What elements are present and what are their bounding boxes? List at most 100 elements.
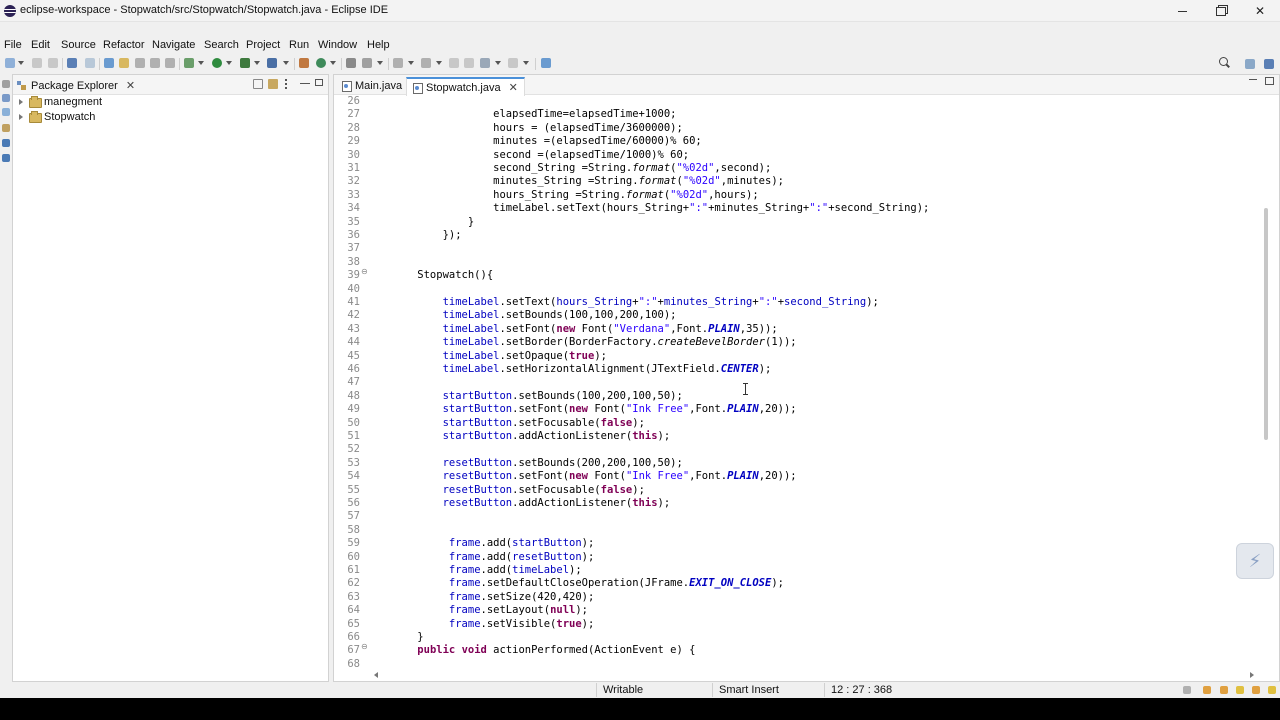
problems-icon[interactable] xyxy=(2,124,10,132)
last-edit-forward-icon[interactable] xyxy=(464,58,474,68)
run-dropdown-icon[interactable] xyxy=(226,61,232,65)
code-line[interactable]: timeLabel.setBorder(BorderFactory.create… xyxy=(392,336,797,348)
menu-search[interactable]: Search xyxy=(204,39,239,51)
word-wrap-icon[interactable] xyxy=(150,58,160,68)
restore-button[interactable] xyxy=(1201,0,1241,22)
code-line[interactable]: frame.add(timeLabel); xyxy=(392,564,582,576)
code-line[interactable]: minutes_String =String.format("%02d",min… xyxy=(392,175,784,187)
run-icon[interactable] xyxy=(212,58,222,68)
new-icon[interactable] xyxy=(5,58,15,68)
code-line[interactable]: frame.setVisible(true); xyxy=(392,618,594,630)
code-line[interactable]: timeLabel.setBounds(100,100,200,100); xyxy=(392,309,677,321)
marketplace-icon[interactable] xyxy=(1268,686,1276,694)
back-dropdown-icon[interactable] xyxy=(495,61,501,65)
code-line[interactable]: hours = (elapsedTime/3600000); xyxy=(392,122,683,134)
search-tool-dropdown-icon[interactable] xyxy=(377,61,383,65)
minimize-view-icon[interactable] xyxy=(300,83,310,84)
maximize-editor-icon[interactable] xyxy=(1265,77,1274,85)
restore-view-icon[interactable] xyxy=(2,80,10,88)
type-hierarchy-icon[interactable] xyxy=(2,94,10,102)
menu-navigate[interactable]: Navigate xyxy=(152,39,195,51)
search-tool-icon[interactable] xyxy=(362,58,372,68)
tab-main-java[interactable]: Main.java xyxy=(336,77,408,95)
code-line[interactable]: public void actionPerformed(ActionEvent … xyxy=(392,644,695,656)
next-annotation-icon[interactable] xyxy=(393,58,403,68)
menu-window[interactable]: Window xyxy=(318,39,357,51)
insert-mode-status[interactable]: Smart Insert xyxy=(719,684,779,696)
minimize-editor-icon[interactable] xyxy=(1249,79,1257,80)
terminal-icon[interactable] xyxy=(67,58,77,68)
fold-marker-icon[interactable]: ⊖ xyxy=(361,267,368,276)
java-perspective-icon[interactable] xyxy=(1264,59,1274,69)
last-edit-location-icon[interactable] xyxy=(449,58,459,68)
new-class-dropdown-icon[interactable] xyxy=(330,61,336,65)
maximize-view-icon[interactable] xyxy=(315,79,323,86)
show-whitespace-icon[interactable] xyxy=(165,58,175,68)
close-icon[interactable]: ✕ xyxy=(126,79,135,92)
code-line[interactable]: resetButton.setBounds(200,200,100,50); xyxy=(392,457,683,469)
code-line[interactable]: timeLabel.setFont(new Font("Verdana",Fon… xyxy=(392,323,778,335)
code-line[interactable]: elapsedTime=elapsedTime+1000; xyxy=(392,108,676,120)
outline-icon[interactable] xyxy=(2,108,10,116)
code-line[interactable]: Stopwatch(){ xyxy=(392,269,493,281)
code-line[interactable]: second =(elapsedTime/1000)% 60; xyxy=(392,149,689,161)
tree-item-stopwatch[interactable]: Stopwatch xyxy=(19,109,95,124)
code-line[interactable]: frame.add(startButton); xyxy=(392,537,594,549)
skip-breakpoints-icon[interactable] xyxy=(85,58,95,68)
code-line[interactable]: frame.setLayout(null); xyxy=(392,604,588,616)
code-line[interactable]: resetButton.addActionListener(this); xyxy=(392,497,671,509)
code-line[interactable]: timeLabel.setOpaque(true); xyxy=(392,350,607,362)
close-tab-icon[interactable]: ✕ xyxy=(509,81,518,94)
menu-refactor[interactable]: Refactor xyxy=(103,39,145,51)
coverage-dropdown-icon[interactable] xyxy=(254,61,260,65)
coverage-icon[interactable] xyxy=(240,58,250,68)
next-annotation-dropdown-icon[interactable] xyxy=(408,61,414,65)
collapse-all-icon[interactable] xyxy=(253,79,263,89)
javadoc-icon[interactable] xyxy=(2,139,10,147)
mark-occurrences-icon[interactable] xyxy=(119,58,129,68)
search-icon[interactable] xyxy=(1219,57,1231,69)
previous-annotation-dropdown-icon[interactable] xyxy=(436,61,442,65)
previous-annotation-icon[interactable] xyxy=(421,58,431,68)
expand-arrow-icon[interactable] xyxy=(19,98,23,105)
scroll-right-icon[interactable] xyxy=(1250,672,1254,678)
close-window-button[interactable]: ✕ xyxy=(1240,0,1280,22)
tips-icon[interactable] xyxy=(1220,686,1228,694)
menu-run[interactable]: Run xyxy=(289,39,309,51)
code-line[interactable]: second_String =String.format("%02d",seco… xyxy=(392,162,771,174)
forward-dropdown-icon[interactable] xyxy=(523,61,529,65)
code-line[interactable]: } xyxy=(392,216,474,228)
new-java-package-icon[interactable] xyxy=(299,58,309,68)
code-line[interactable]: timeLabel.setText(hours_String+":"+minut… xyxy=(392,296,879,308)
code-line[interactable]: } xyxy=(392,631,423,643)
pin-editor-icon[interactable] xyxy=(541,58,551,68)
tree-item-manegment[interactable]: manegment xyxy=(19,94,102,109)
code-line[interactable]: startButton.setFocusable(false); xyxy=(392,417,645,429)
back-icon[interactable] xyxy=(480,58,490,68)
scroll-left-icon[interactable] xyxy=(374,672,378,678)
notification-icon[interactable] xyxy=(1203,686,1211,694)
link-with-editor-icon[interactable] xyxy=(268,79,278,89)
horizontal-scrollbar[interactable] xyxy=(374,670,1254,680)
external-tools-icon[interactable] xyxy=(267,58,277,68)
lightbulb-icon[interactable] xyxy=(1236,686,1244,694)
open-perspective-icon[interactable] xyxy=(1245,59,1255,69)
code-line[interactable]: hours_String =String.format("%02d",hours… xyxy=(392,189,759,201)
menu-project[interactable]: Project xyxy=(246,39,280,51)
menu-edit[interactable]: Edit xyxy=(31,39,50,51)
save-all-icon[interactable] xyxy=(48,58,58,68)
minimize-button[interactable] xyxy=(1162,0,1202,22)
tab-stopwatch-java[interactable]: Stopwatch.java ✕ xyxy=(406,77,525,96)
view-menu-icon[interactable] xyxy=(285,79,288,89)
code-line[interactable]: resetButton.setFont(new Font("Ink Free",… xyxy=(392,470,797,482)
open-type-icon[interactable] xyxy=(104,58,114,68)
external-tools-dropdown-icon[interactable] xyxy=(283,61,289,65)
code-line[interactable]: timeLabel.setHorizontalAlignment(JTextFi… xyxy=(392,363,772,375)
code-line[interactable]: startButton.addActionListener(this); xyxy=(392,430,671,442)
menu-help[interactable]: Help xyxy=(367,39,390,51)
new-java-class-icon[interactable] xyxy=(316,58,326,68)
code-line[interactable]: }); xyxy=(392,229,462,241)
heap-status-icon[interactable] xyxy=(1183,686,1191,694)
floating-action-icon[interactable]: ⚡ xyxy=(1236,543,1274,579)
toggle-block-icon[interactable] xyxy=(135,58,145,68)
